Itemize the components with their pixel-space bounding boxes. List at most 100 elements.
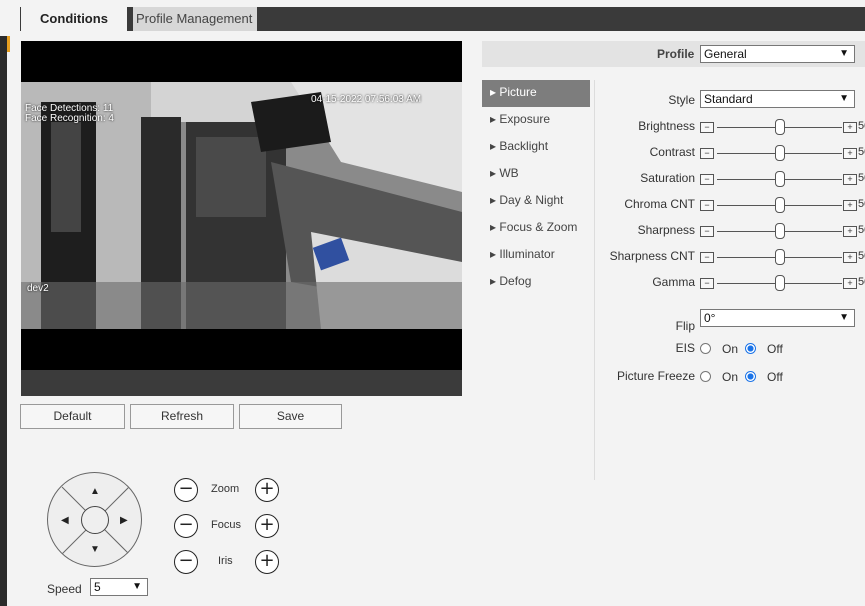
speed-select[interactable]: 5 ▼ — [90, 578, 148, 596]
ptz-center-button[interactable] — [81, 506, 109, 534]
tab-conditions[interactable]: Conditions — [21, 7, 127, 31]
chevron-down-icon: ▼ — [839, 48, 849, 59]
iris-minus-button[interactable]: − — [174, 550, 198, 574]
focus-minus-button[interactable]: − — [174, 514, 198, 538]
profile-label: Profile — [657, 47, 695, 61]
default-button[interactable]: Default — [20, 404, 125, 429]
menu-label: Focus & Zoom — [499, 220, 578, 234]
gamma-decrease-button[interactable]: − — [700, 278, 714, 289]
style-label: Style — [668, 93, 695, 107]
eis-label: EIS — [675, 341, 695, 355]
menu-divider — [594, 80, 595, 480]
osd-face-recognition: Face Recognition: 4 — [25, 113, 114, 124]
saturation-slider-thumb[interactable] — [774, 171, 785, 187]
root: Conditions Profile Management Face Detec… — [0, 0, 865, 606]
freeze-off-radio[interactable] — [745, 371, 756, 382]
chevron-down-icon: ▼ — [839, 312, 849, 323]
chevron-down-icon: ▼ — [132, 581, 142, 592]
freeze-off-label: Off — [767, 370, 783, 384]
sharpness-increase-button[interactable]: + — [843, 226, 857, 237]
contrast-increase-button[interactable]: + — [843, 148, 857, 159]
save-button[interactable]: Save — [239, 404, 342, 429]
chroma-cnt-label: Chroma CNT — [624, 197, 695, 211]
osd-timestamp: 04-15-2022 07:56:03 AM — [311, 94, 422, 105]
flip-select[interactable]: 0° ▼ — [700, 309, 855, 327]
menu-label: Defog — [499, 274, 532, 288]
brightness-decrease-button[interactable]: − — [700, 122, 714, 133]
profile-select[interactable]: General ▼ — [700, 45, 855, 63]
menu-item-illuminator[interactable]: ▸ Illuminator — [482, 242, 590, 269]
gamma-value: 50 — [858, 276, 865, 288]
chroma-cnt-slider-thumb[interactable] — [774, 197, 785, 213]
menu-item-exposure[interactable]: ▸ Exposure — [482, 107, 590, 134]
sharpness-cnt-label: Sharpness CNT — [609, 249, 695, 263]
chevron-down-icon: ▼ — [839, 93, 849, 104]
brightness-slider-thumb[interactable] — [774, 119, 785, 135]
eis-on-label: On — [722, 342, 739, 356]
eis-on-radio[interactable] — [700, 343, 711, 354]
gamma-slider-thumb[interactable] — [774, 275, 785, 291]
saturation-value: 50 — [858, 172, 865, 184]
ptz-up-icon[interactable]: ▲ — [90, 487, 100, 497]
saturation-increase-button[interactable]: + — [843, 174, 857, 185]
menu-label: Day & Night — [499, 193, 564, 207]
brightness-value: 50 — [858, 120, 865, 132]
left-sidebar-edge — [0, 36, 7, 606]
picture-freeze-label: Picture Freeze — [616, 369, 695, 383]
style-select[interactable]: Standard ▼ — [700, 90, 855, 108]
zoom-out-button[interactable]: − — [174, 478, 198, 502]
sharpness-slider-thumb[interactable] — [774, 223, 785, 239]
iris-label: Iris — [218, 555, 233, 567]
settings-menu: ▸ Picture ▸ Exposure ▸ Backlight ▸ WB ▸ … — [482, 80, 590, 296]
sidebar-accent — [7, 36, 10, 52]
menu-item-picture[interactable]: ▸ Picture — [482, 80, 590, 107]
saturation-decrease-button[interactable]: − — [700, 174, 714, 185]
freeze-on-radio[interactable] — [700, 371, 711, 382]
zoom-label: Zoom — [211, 483, 240, 495]
speed-label: Speed — [47, 582, 82, 596]
sharpness-cnt-slider-thumb[interactable] — [774, 249, 785, 265]
style-value: Standard — [704, 92, 753, 106]
menu-item-defog[interactable]: ▸ Defog — [482, 269, 590, 296]
gamma-increase-button[interactable]: + — [843, 278, 857, 289]
flip-value: 0° — [704, 311, 716, 325]
tab-profile-management[interactable]: Profile Management — [133, 7, 257, 31]
video-toolbar — [21, 370, 462, 396]
osd-channel-name: dev2 — [27, 283, 49, 294]
ptz-left-icon[interactable]: ◀ — [61, 516, 69, 526]
menu-item-wb[interactable]: ▸ WB — [482, 161, 590, 188]
chroma-cnt-value: 50 — [858, 198, 865, 210]
ptz-direction-pad[interactable]: ▲ ▼ ◀ ▶ — [47, 472, 142, 567]
iris-plus-button[interactable]: + — [255, 550, 279, 574]
ptz-down-icon[interactable]: ▼ — [90, 545, 100, 555]
menu-item-focus-zoom[interactable]: ▸ Focus & Zoom — [482, 215, 590, 242]
sharpness-label: Sharpness — [637, 223, 695, 237]
zoom-in-button[interactable]: + — [255, 478, 279, 502]
sharpness-value: 50 — [858, 224, 865, 236]
brightness-increase-button[interactable]: + — [843, 122, 857, 133]
chroma-cnt-decrease-button[interactable]: − — [700, 200, 714, 211]
sharpness-decrease-button[interactable]: − — [700, 226, 714, 237]
profile-value: General — [704, 47, 747, 61]
sharpness-cnt-value: 50 — [858, 250, 865, 262]
speed-value: 5 — [94, 580, 101, 594]
chroma-cnt-increase-button[interactable]: + — [843, 200, 857, 211]
refresh-button[interactable]: Refresh — [130, 404, 234, 429]
contrast-slider-thumb[interactable] — [774, 145, 785, 161]
focus-plus-button[interactable]: + — [255, 514, 279, 538]
sharpness-cnt-increase-button[interactable]: + — [843, 252, 857, 263]
gamma-label: Gamma — [652, 275, 695, 289]
saturation-label: Saturation — [640, 171, 695, 185]
eis-off-radio[interactable] — [745, 343, 756, 354]
contrast-label: Contrast — [649, 145, 695, 159]
contrast-value: 50 — [858, 146, 865, 158]
live-video-frame[interactable]: Face Detections: 11 Face Recognition: 4 … — [21, 82, 462, 329]
focus-label: Focus — [211, 519, 241, 531]
menu-item-backlight[interactable]: ▸ Backlight — [482, 134, 590, 161]
contrast-decrease-button[interactable]: − — [700, 148, 714, 159]
ptz-right-icon[interactable]: ▶ — [120, 516, 128, 526]
sharpness-cnt-decrease-button[interactable]: − — [700, 252, 714, 263]
menu-item-day-night[interactable]: ▸ Day & Night — [482, 188, 590, 215]
menu-label: WB — [499, 166, 519, 180]
flip-label: Flip — [675, 319, 695, 333]
